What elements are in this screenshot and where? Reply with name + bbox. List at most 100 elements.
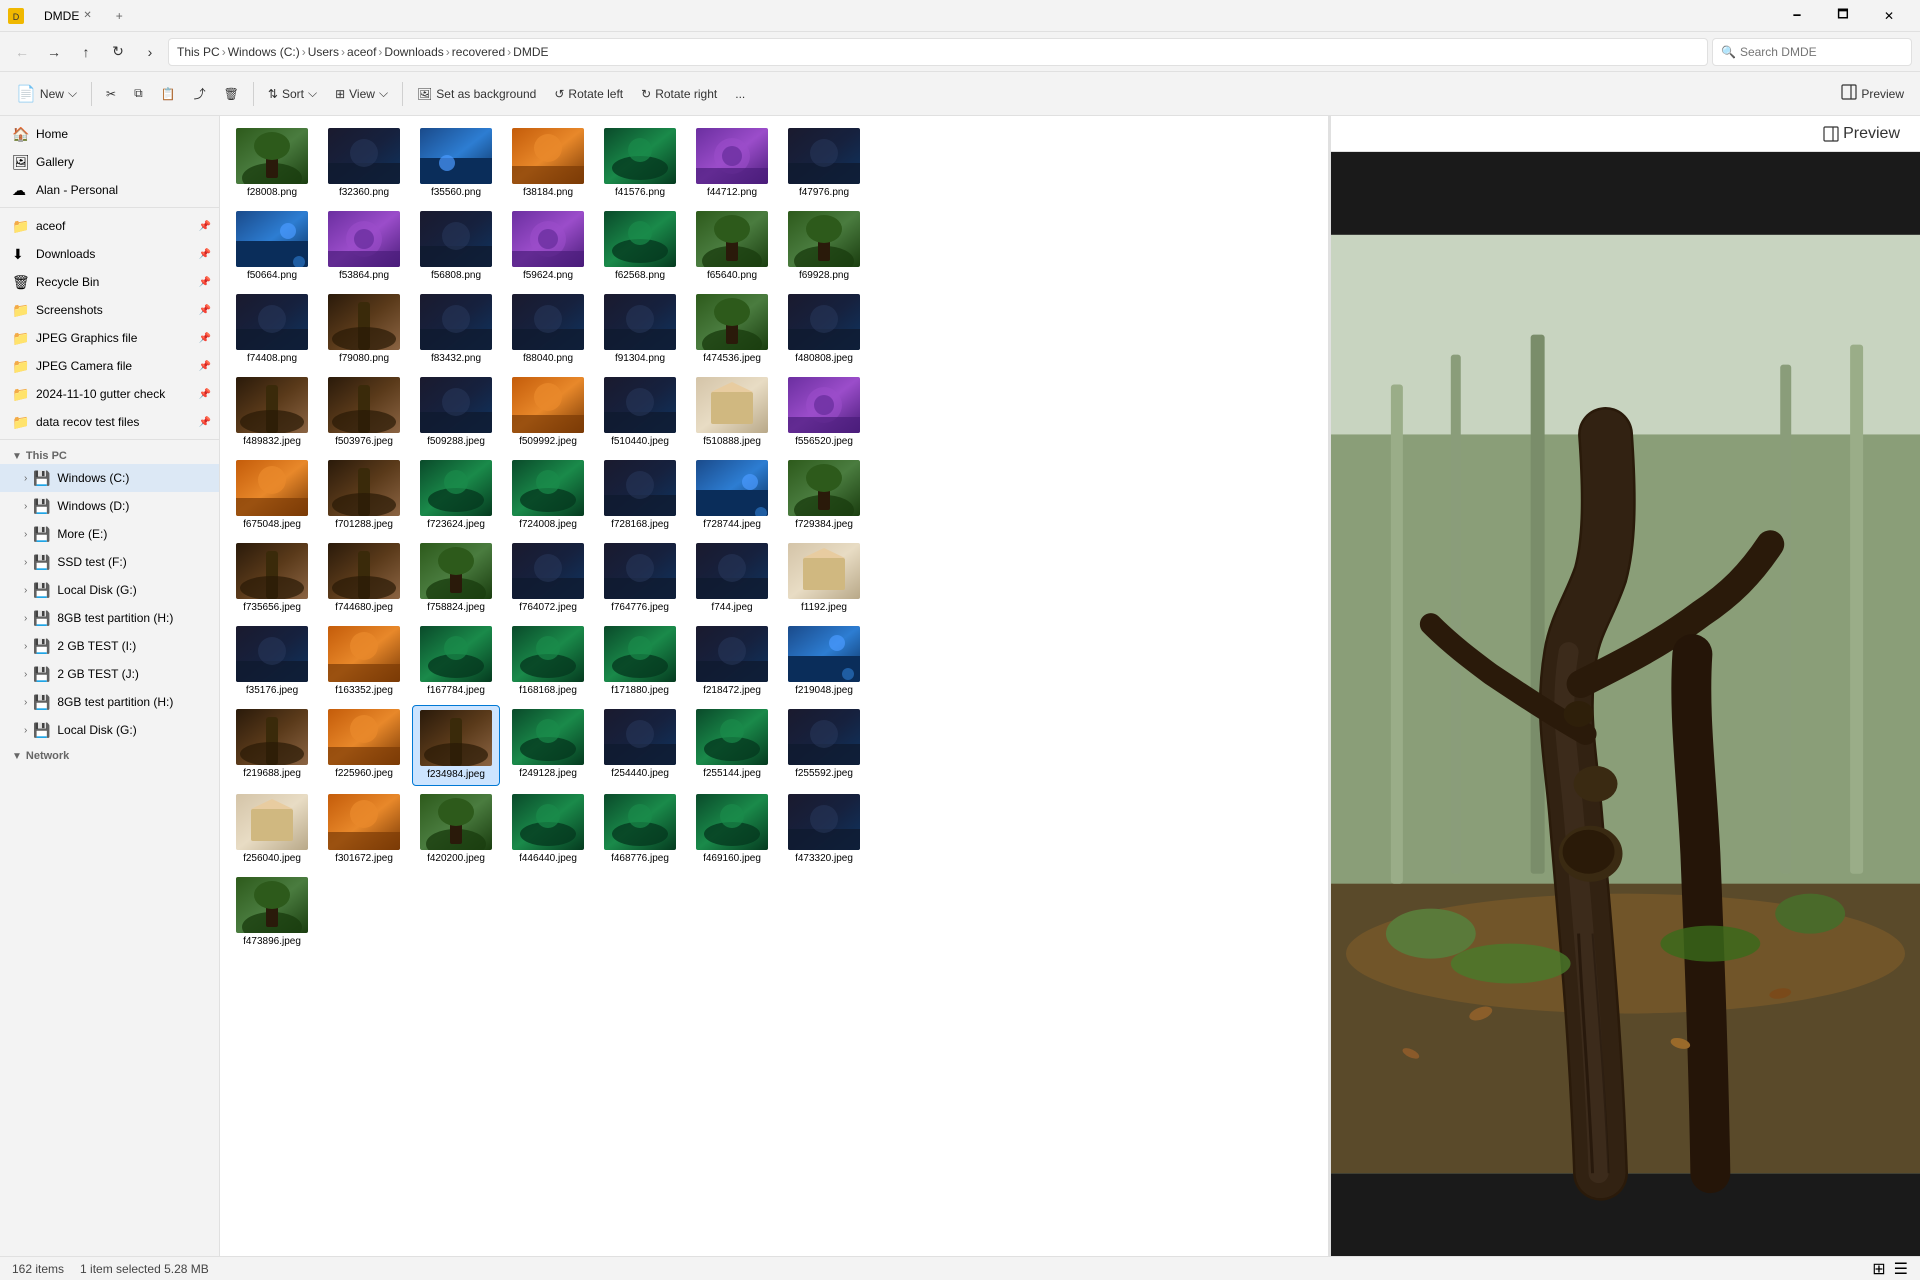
breadcrumb-c[interactable]: Windows (C:) — [228, 45, 300, 59]
file-item[interactable]: f254440.jpeg — [596, 705, 684, 786]
file-item[interactable]: f468776.jpeg — [596, 790, 684, 869]
file-item[interactable]: f473320.jpeg — [780, 790, 868, 869]
file-item[interactable]: f219688.jpeg — [228, 705, 316, 786]
sidebar-item-more-e[interactable]: › 💾 More (E:) — [0, 520, 219, 548]
file-item[interactable]: f65640.png — [688, 207, 776, 286]
sidebar-item-local-g[interactable]: › 💾 Local Disk (G:) — [0, 576, 219, 604]
search-box[interactable]: 🔍 — [1712, 38, 1912, 66]
cut-button[interactable]: ✂ — [98, 78, 124, 110]
file-item[interactable]: f473896.jpeg — [228, 873, 316, 952]
file-item[interactable]: f41576.png — [596, 124, 684, 203]
up-button[interactable]: ↑ — [72, 38, 100, 66]
file-item[interactable]: f509992.jpeg — [504, 373, 592, 452]
sidebar-item-2gb-j[interactable]: › 💾 2 GB TEST (J:) — [0, 660, 219, 688]
delete-button[interactable]: 🗑 — [216, 78, 247, 110]
file-item[interactable]: f47976.png — [780, 124, 868, 203]
file-item[interactable]: f764776.jpeg — [596, 539, 684, 618]
file-item[interactable]: f446440.jpeg — [504, 790, 592, 869]
file-item[interactable]: f723624.jpeg — [412, 456, 500, 535]
file-item[interactable]: f79080.png — [320, 290, 408, 369]
file-item[interactable]: f256040.jpeg — [228, 790, 316, 869]
file-item[interactable]: f28008.png — [228, 124, 316, 203]
minimize-button[interactable]: 🗕 — [1774, 0, 1820, 32]
sidebar-item-screenshots[interactable]: 📁 Screenshots 📌 — [0, 296, 219, 324]
breadcrumb-dmde[interactable]: DMDE — [513, 45, 548, 59]
file-item[interactable]: f489832.jpeg — [228, 373, 316, 452]
file-item[interactable]: f35560.png — [412, 124, 500, 203]
grid-view-button[interactable]: ⊞ — [1872, 1259, 1885, 1279]
file-item[interactable]: f163352.jpeg — [320, 622, 408, 701]
more-button[interactable]: ... — [727, 78, 753, 110]
file-item[interactable]: f83432.png — [412, 290, 500, 369]
file-grid-container[interactable]: f28008.png f32360.png f35560.png — [220, 116, 1328, 1256]
file-item[interactable]: f728744.jpeg — [688, 456, 776, 535]
breadcrumb[interactable]: This PC › Windows (C:) › Users › aceof ›… — [168, 38, 1708, 66]
file-item[interactable]: f728168.jpeg — [596, 456, 684, 535]
file-item[interactable]: f91304.png — [596, 290, 684, 369]
file-item[interactable]: f32360.png — [320, 124, 408, 203]
file-item[interactable]: f255144.jpeg — [688, 705, 776, 786]
tab-close-button[interactable]: ✕ — [83, 10, 91, 21]
file-item[interactable]: f219048.jpeg — [780, 622, 868, 701]
close-button[interactable]: ✕ — [1866, 0, 1912, 32]
file-item[interactable]: f480808.jpeg — [780, 290, 868, 369]
copy-button[interactable]: ⧉ — [126, 78, 151, 110]
new-button[interactable]: 📄 New ⌵ — [8, 78, 85, 110]
back-button[interactable]: ← — [8, 38, 36, 66]
sidebar-item-ssd-f[interactable]: › 💾 SSD test (F:) — [0, 548, 219, 576]
file-item[interactable]: f724008.jpeg — [504, 456, 592, 535]
sidebar-section-thispc[interactable]: ▼ This PC — [0, 444, 219, 464]
file-item[interactable]: f509288.jpeg — [412, 373, 500, 452]
file-item[interactable]: f53864.png — [320, 207, 408, 286]
sidebar-item-2gb-i[interactable]: › 💾 2 GB TEST (I:) — [0, 632, 219, 660]
file-item[interactable]: f1192.jpeg — [780, 539, 868, 618]
file-item[interactable]: f62568.png — [596, 207, 684, 286]
file-item[interactable]: f168168.jpeg — [504, 622, 592, 701]
preview-button[interactable]: Preview — [1833, 78, 1912, 110]
file-item[interactable]: f556520.jpeg — [780, 373, 868, 452]
file-item[interactable]: f744680.jpeg — [320, 539, 408, 618]
file-item[interactable]: f255592.jpeg — [780, 705, 868, 786]
sidebar-item-downloads[interactable]: ⬇ Downloads 📌 — [0, 240, 219, 268]
file-item[interactable]: f44712.png — [688, 124, 776, 203]
share-button[interactable]: ⤴ — [186, 78, 214, 110]
sidebar-item-aceof[interactable]: 📁 aceof 📌 — [0, 212, 219, 240]
file-item[interactable]: f510888.jpeg — [688, 373, 776, 452]
file-item[interactable]: f225960.jpeg — [320, 705, 408, 786]
file-item[interactable]: f218472.jpeg — [688, 622, 776, 701]
file-item[interactable]: f38184.png — [504, 124, 592, 203]
breadcrumb-recovered[interactable]: recovered — [452, 45, 505, 59]
sidebar-item-windows-c[interactable]: › 💾 Windows (C:) — [0, 464, 219, 492]
add-tab-button[interactable]: + — [108, 5, 131, 27]
sidebar-item-recycle-bin[interactable]: 🗑 Recycle Bin 📌 — [0, 268, 219, 296]
view-button[interactable]: ⊞ View ⌵ — [327, 78, 396, 110]
file-item[interactable]: f474536.jpeg — [688, 290, 776, 369]
file-item[interactable]: f50664.png — [228, 207, 316, 286]
file-item[interactable]: f758824.jpeg — [412, 539, 500, 618]
refresh-button[interactable]: ↻ — [104, 38, 132, 66]
sidebar-item-onedrive[interactable]: ☁ Alan - Personal — [0, 176, 219, 204]
file-item[interactable]: f234984.jpeg — [412, 705, 500, 786]
sidebar-item-data-recov[interactable]: 📁 data recov test files 📌 — [0, 408, 219, 436]
rotate-right-button[interactable]: ↻ Rotate right — [633, 78, 725, 110]
breadcrumb-users[interactable]: Users — [308, 45, 339, 59]
preview-close-button[interactable]: Preview — [1815, 118, 1908, 150]
sidebar-item-gutter[interactable]: 📁 2024-11-10 gutter check 📌 — [0, 380, 219, 408]
sidebar-item-8gb-h[interactable]: › 💾 8GB test partition (H:) — [0, 604, 219, 632]
file-item[interactable]: f735656.jpeg — [228, 539, 316, 618]
set-background-button[interactable]: 🖼 Set as background — [409, 78, 544, 110]
breadcrumb-thispc[interactable]: This PC — [177, 45, 220, 59]
file-item[interactable]: f729384.jpeg — [780, 456, 868, 535]
active-tab[interactable]: DMDE ✕ — [32, 5, 104, 27]
breadcrumb-downloads[interactable]: Downloads — [384, 45, 443, 59]
file-item[interactable]: f88040.png — [504, 290, 592, 369]
sidebar-section-network[interactable]: ▼ Network — [0, 744, 219, 764]
paste-button[interactable]: 📋 — [153, 78, 184, 110]
file-item[interactable]: f744.jpeg — [688, 539, 776, 618]
file-item[interactable]: f469160.jpeg — [688, 790, 776, 869]
file-item[interactable]: f59624.png — [504, 207, 592, 286]
file-item[interactable]: f301672.jpeg — [320, 790, 408, 869]
file-item[interactable]: f764072.jpeg — [504, 539, 592, 618]
list-view-button[interactable]: ☰ — [1894, 1259, 1908, 1279]
file-item[interactable]: f167784.jpeg — [412, 622, 500, 701]
